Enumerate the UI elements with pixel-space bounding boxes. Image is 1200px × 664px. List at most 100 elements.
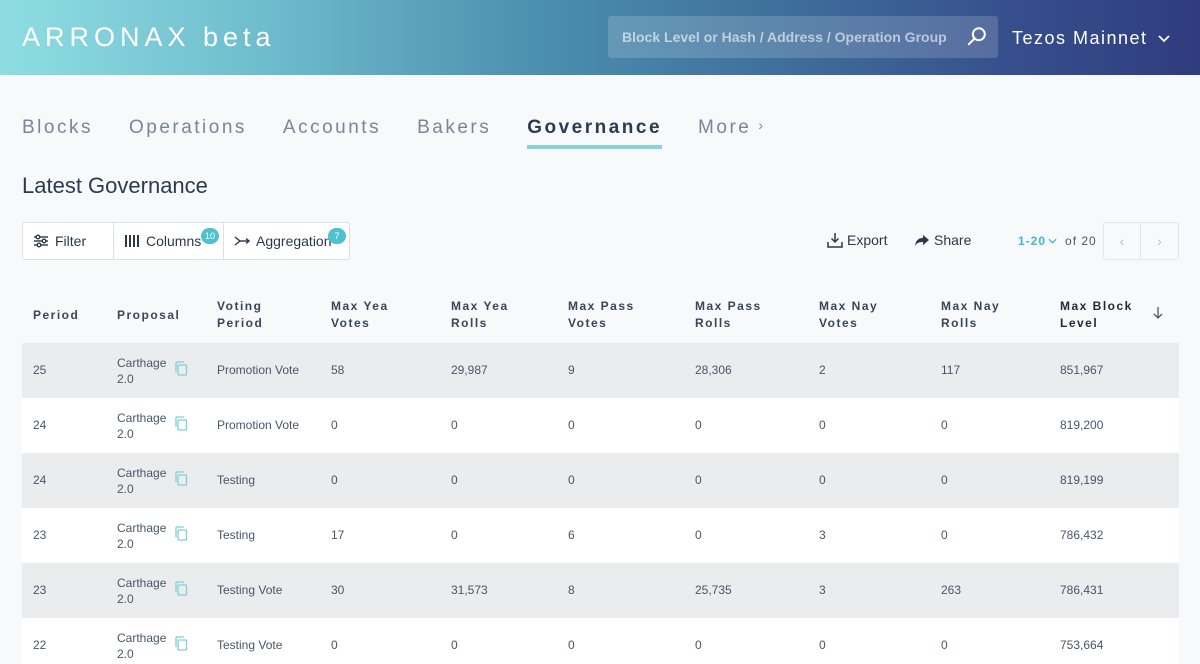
- header-max-pass-rolls[interactable]: Max Pass Rolls: [695, 298, 762, 332]
- header-line: Max Yea: [331, 299, 389, 313]
- cell-proposal[interactable]: Carthage 2.0: [117, 575, 169, 607]
- table-row[interactable]: 24 Carthage 2.0 Testing 0 0 0 0 0 0 819,…: [22, 453, 1179, 508]
- cell-max-yea-votes: 0: [331, 638, 338, 652]
- sort-descending-icon[interactable]: [1152, 306, 1164, 320]
- share-button[interactable]: Share: [914, 232, 971, 248]
- table-row[interactable]: 23 Carthage 2.0 Testing 17 0 6 0 3 0 786…: [22, 508, 1179, 563]
- header-voting-period[interactable]: Voting Period: [217, 298, 263, 332]
- tab-blocks[interactable]: Blocks: [22, 117, 93, 149]
- table-toolbar: Filter Columns 10 Aggregation 7: [22, 222, 350, 260]
- proposal-name: Carthage: [117, 631, 167, 645]
- header-proposal[interactable]: Proposal: [117, 307, 180, 324]
- proposal-name: Carthage: [117, 411, 167, 425]
- page-size-select[interactable]: 1-20: [1018, 234, 1046, 248]
- header-max-yea-rolls[interactable]: Max Yea Rolls: [451, 298, 509, 332]
- share-icon: [915, 235, 929, 246]
- proposal-version: 2.0: [117, 372, 134, 386]
- copy-icon[interactable]: [174, 361, 188, 376]
- cell-period: 24: [33, 418, 47, 432]
- cell-max-yea-votes: 0: [331, 473, 338, 487]
- header-max-block-level[interactable]: Max Block Level: [1060, 298, 1133, 332]
- cell-max-yea-rolls: 0: [451, 418, 458, 432]
- cell-max-block-level: 786,432: [1060, 528, 1104, 542]
- tab-accounts-label: Accounts: [282, 117, 382, 138]
- filter-button[interactable]: Filter: [23, 223, 114, 259]
- prev-page-button[interactable]: ‹: [1104, 223, 1142, 259]
- header-proposal-label: Proposal: [117, 308, 181, 322]
- app-logo[interactable]: ARRONAX beta: [22, 22, 276, 53]
- cell-max-yea-rolls: 29,987: [451, 363, 488, 377]
- tab-bakers-label: Bakers: [417, 117, 492, 138]
- download-icon: [827, 233, 843, 248]
- copy-icon[interactable]: [174, 416, 188, 431]
- proposal-name: Carthage: [117, 521, 167, 535]
- tab-governance[interactable]: Governance: [527, 117, 662, 149]
- cell-max-pass-rolls: 0: [695, 418, 702, 432]
- aggregation-button[interactable]: Aggregation 7: [224, 223, 349, 259]
- search-bar: [608, 16, 998, 58]
- proposal-name: Carthage: [117, 576, 167, 590]
- network-label: Tezos Mainnet: [1012, 28, 1148, 48]
- cell-proposal[interactable]: Carthage 2.0: [117, 520, 169, 552]
- header-line: Rolls: [695, 316, 732, 330]
- table-row[interactable]: 25 Carthage 2.0 Promotion Vote 58 29,987…: [22, 343, 1179, 398]
- copy-icon[interactable]: [174, 581, 188, 596]
- next-page-button[interactable]: ›: [1141, 223, 1178, 259]
- cell-proposal[interactable]: Carthage 2.0: [117, 630, 169, 662]
- table-row[interactable]: 22 Carthage 2.0 Testing Vote 0 0 0 0 0 0…: [22, 618, 1179, 664]
- proposal-version: 2.0: [117, 592, 134, 606]
- header-period-label: Period: [33, 308, 80, 322]
- proposal-version: 2.0: [117, 482, 134, 496]
- cell-max-nay-rolls: 263: [941, 583, 962, 597]
- aggregation-count-badge: 7: [328, 228, 346, 244]
- header-line: Level: [1060, 316, 1099, 330]
- search-icon[interactable]: [966, 26, 988, 48]
- nav-tabs: Blocks Operations Accounts Bakers Govern…: [22, 117, 802, 151]
- cell-max-nay-votes: 2: [819, 363, 826, 377]
- chevron-right-icon: ›: [758, 117, 766, 133]
- search-input[interactable]: [608, 16, 958, 58]
- cell-proposal[interactable]: Carthage 2.0: [117, 410, 169, 442]
- columns-button[interactable]: Columns 10: [114, 223, 224, 259]
- cell-max-pass-rolls: 25,735: [695, 583, 732, 597]
- cell-max-yea-rolls: 0: [451, 473, 458, 487]
- tab-operations[interactable]: Operations: [129, 117, 247, 149]
- tab-accounts[interactable]: Accounts: [283, 117, 381, 149]
- cell-max-block-level: 819,199: [1060, 473, 1104, 487]
- copy-icon[interactable]: [174, 471, 188, 486]
- copy-icon[interactable]: [174, 636, 188, 651]
- cell-max-nay-rolls: 0: [941, 418, 948, 432]
- cell-max-pass-rolls: 0: [695, 473, 702, 487]
- header-line: Max Block: [1060, 299, 1133, 313]
- cell-max-pass-rolls: 0: [695, 528, 702, 542]
- header-max-nay-votes[interactable]: Max Nay Votes: [819, 298, 878, 332]
- cell-max-block-level: 819,200: [1060, 418, 1104, 432]
- header-max-yea-votes[interactable]: Max Yea Votes: [331, 298, 389, 332]
- cell-max-pass-votes: 0: [568, 418, 575, 432]
- page-info: 1-20 of 20: [1018, 234, 1097, 248]
- cell-max-nay-votes: 0: [819, 638, 826, 652]
- tab-more[interactable]: More ›: [698, 117, 765, 149]
- tab-bakers[interactable]: Bakers: [417, 117, 491, 149]
- cell-voting-period: Testing: [217, 473, 256, 487]
- cell-proposal[interactable]: Carthage 2.0: [117, 465, 169, 497]
- page-title: Latest Governance: [22, 173, 208, 198]
- cell-max-yea-rolls: 31,573: [451, 583, 488, 597]
- cell-voting-period: Promotion Vote: [217, 363, 300, 377]
- header-period[interactable]: Period: [33, 307, 79, 324]
- copy-icon[interactable]: [174, 526, 188, 541]
- cell-max-pass-votes: 9: [568, 363, 575, 377]
- export-button[interactable]: Export: [827, 232, 887, 248]
- table-row[interactable]: 24 Carthage 2.0 Promotion Vote 0 0 0 0 0…: [22, 398, 1179, 453]
- header-line: Max Yea: [451, 299, 509, 313]
- cell-max-pass-votes: 0: [568, 473, 575, 487]
- header-max-nay-rolls[interactable]: Max Nay Rolls: [941, 298, 1000, 332]
- columns-count-badge: 10: [201, 228, 219, 244]
- cell-max-nay-rolls: 0: [941, 528, 948, 542]
- table-row[interactable]: 23 Carthage 2.0 Testing Vote 30 31,573 8…: [22, 563, 1179, 618]
- network-selector[interactable]: Tezos Mainnet: [1012, 28, 1170, 49]
- cell-max-block-level: 851,967: [1060, 363, 1104, 377]
- header-line: Max Pass: [568, 299, 635, 313]
- header-max-pass-votes[interactable]: Max Pass Votes: [568, 298, 635, 332]
- cell-proposal[interactable]: Carthage 2.0: [117, 355, 169, 387]
